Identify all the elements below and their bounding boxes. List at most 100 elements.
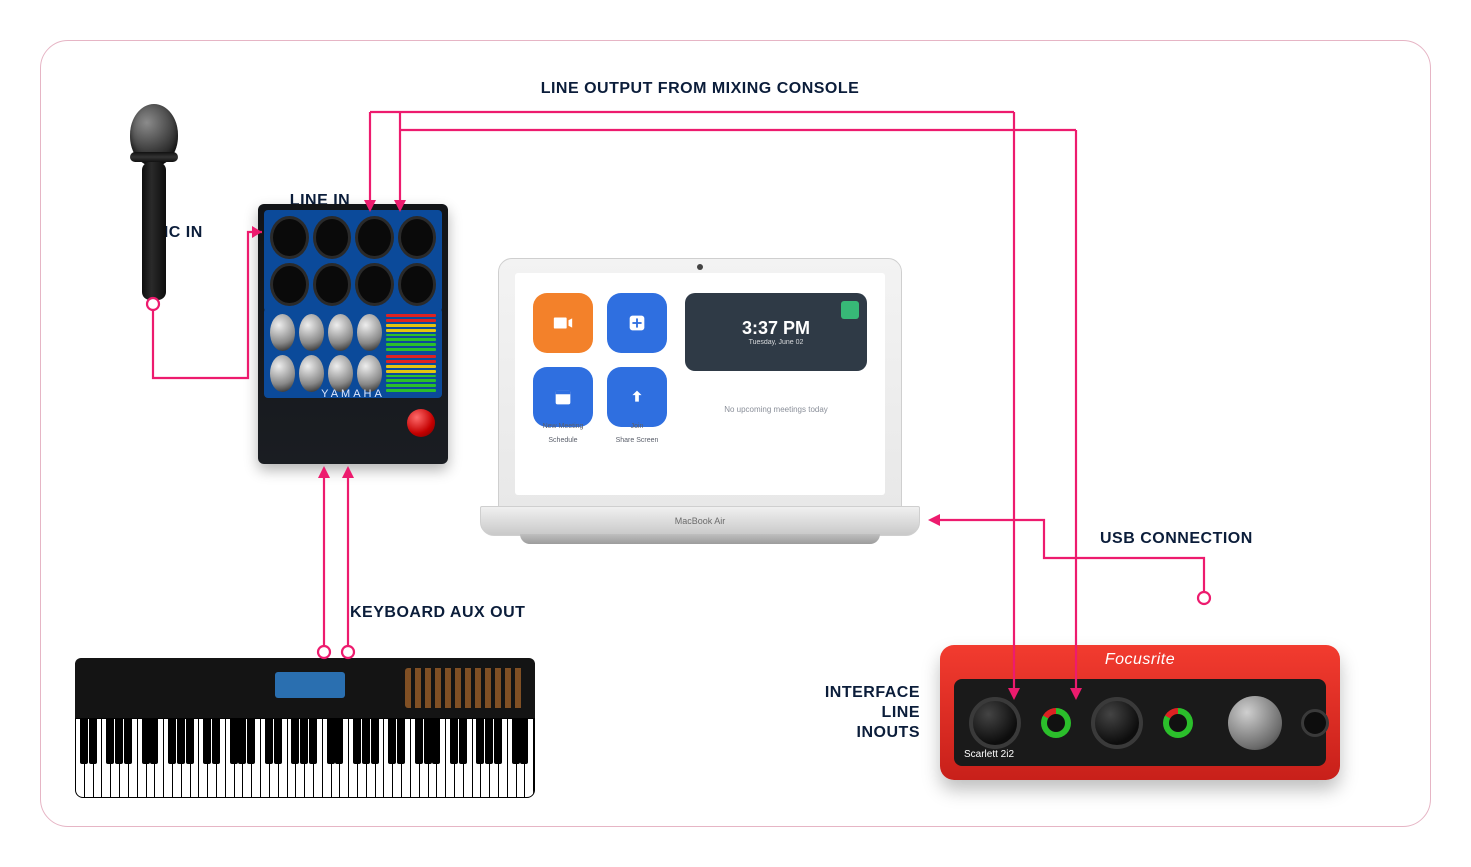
- label-interface-line-inputs-1: INTERFACE: [760, 684, 920, 702]
- knob-icon: [270, 355, 295, 392]
- black-key: [494, 719, 502, 764]
- black-key: [274, 719, 282, 764]
- share-tile: [607, 367, 667, 427]
- keyboard-lcd-icon: [275, 672, 345, 698]
- laptop-model: MacBook Air: [675, 516, 726, 526]
- white-key: [288, 719, 297, 797]
- level-meter-icon: [386, 355, 436, 392]
- black-key: [106, 719, 114, 764]
- black-key: [476, 719, 484, 764]
- black-key: [450, 719, 458, 764]
- new-meeting-tile: [533, 293, 593, 353]
- no-meetings-text: No upcoming meetings today: [685, 405, 867, 414]
- black-key: [309, 719, 317, 764]
- jack-icon: [355, 216, 394, 259]
- label-keyboard-aux: KEYBOARD AUX OUT: [350, 604, 525, 622]
- monitor-knob-icon: [1228, 696, 1282, 750]
- clock-time: 3:37 PM: [742, 318, 810, 339]
- zoom-calendar-panel: 3:37 PM Tuesday, June 02 No upcoming mee…: [685, 293, 867, 475]
- clock-date: Tuesday, June 02: [749, 339, 804, 346]
- plus-box-icon: [626, 312, 648, 334]
- label-interface-line-inputs-2: LINE: [760, 704, 920, 722]
- jack-icon: [398, 263, 437, 306]
- knob-icon: [328, 355, 353, 392]
- mixing-console: YAMAHA: [258, 204, 448, 464]
- black-key: [485, 719, 493, 764]
- black-key: [362, 719, 370, 764]
- white-key: [323, 719, 332, 797]
- label-interface-line-inputs-3: INOUTS: [760, 724, 920, 742]
- join-tile: [607, 293, 667, 353]
- black-key: [300, 719, 308, 764]
- mixer-bottom: [264, 388, 442, 458]
- jack-icon: [313, 263, 352, 306]
- gain-knob-icon: [1041, 708, 1071, 738]
- laptop-base: MacBook Air: [480, 506, 920, 536]
- label-line-output: LINE OUTPUT FROM MIXING CONSOLE: [541, 80, 860, 98]
- black-key: [327, 719, 335, 764]
- black-key: [335, 719, 343, 764]
- black-key: [397, 719, 405, 764]
- new-meeting-caption: New Meeting: [533, 423, 593, 431]
- black-key: [238, 719, 246, 764]
- schedule-caption: Schedule: [533, 437, 593, 445]
- record-button-icon: [407, 409, 435, 437]
- white-key: [138, 719, 147, 797]
- white-key: [411, 719, 420, 797]
- black-key: [186, 719, 194, 764]
- clock-card: 3:37 PM Tuesday, June 02: [685, 293, 867, 371]
- black-key: [520, 719, 528, 764]
- keyboard-panel: [75, 658, 535, 718]
- white-key: [261, 719, 270, 797]
- black-key: [353, 719, 361, 764]
- midi-keyboard: [75, 658, 535, 798]
- jack-icon: [270, 216, 309, 259]
- white-key: [508, 719, 517, 797]
- white-key: [226, 719, 235, 797]
- join-caption: Join: [607, 423, 667, 431]
- audio-interface: Focusrite Scarlett 2i2: [940, 645, 1340, 780]
- white-key: [384, 719, 393, 797]
- knob-icon: [299, 314, 324, 351]
- arrow-up-icon: [626, 386, 648, 408]
- mixer-knobs: [264, 308, 442, 398]
- black-key: [124, 719, 132, 764]
- white-key: [446, 719, 455, 797]
- label-usb: USB CONNECTION: [1100, 530, 1253, 548]
- white-key: [473, 719, 482, 797]
- black-key: [177, 719, 185, 764]
- black-key: [230, 719, 238, 764]
- video-icon: [552, 312, 574, 334]
- laptop-screen-shell: New Meeting Join Schedule Share Screen 3…: [498, 258, 902, 512]
- black-key: [432, 719, 440, 764]
- white-key: [102, 719, 111, 797]
- laptop-screen: New Meeting Join Schedule Share Screen 3…: [515, 273, 885, 495]
- diagram-stage: LINE OUTPUT FROM MIXING CONSOLE LINE IN …: [0, 0, 1471, 867]
- knob-icon: [357, 355, 382, 392]
- black-key: [424, 719, 432, 764]
- webcam-icon: [697, 264, 703, 270]
- interface-model: Scarlett 2i2: [964, 749, 1014, 760]
- black-key: [247, 719, 255, 764]
- interface-logo: Focusrite: [940, 651, 1340, 669]
- black-key: [89, 719, 97, 764]
- jack-icon: [270, 263, 309, 306]
- headphone-jack-icon: [1301, 709, 1329, 737]
- black-key: [203, 719, 211, 764]
- level-meter-icon: [386, 314, 436, 351]
- laptop: New Meeting Join Schedule Share Screen 3…: [480, 258, 920, 558]
- mic-band-icon: [130, 152, 178, 162]
- black-key: [80, 719, 88, 764]
- black-key: [265, 719, 273, 764]
- keyboard-pad-grid-icon: [405, 668, 525, 708]
- knob-icon: [270, 314, 295, 351]
- white-key: [164, 719, 173, 797]
- jack-icon: [313, 216, 352, 259]
- share-caption: Share Screen: [607, 437, 667, 445]
- mixer-top-jacks: [264, 210, 442, 312]
- knob-icon: [299, 355, 324, 392]
- black-key: [212, 719, 220, 764]
- white-key: [76, 719, 85, 797]
- jack-icon: [355, 263, 394, 306]
- knob-icon: [357, 314, 382, 351]
